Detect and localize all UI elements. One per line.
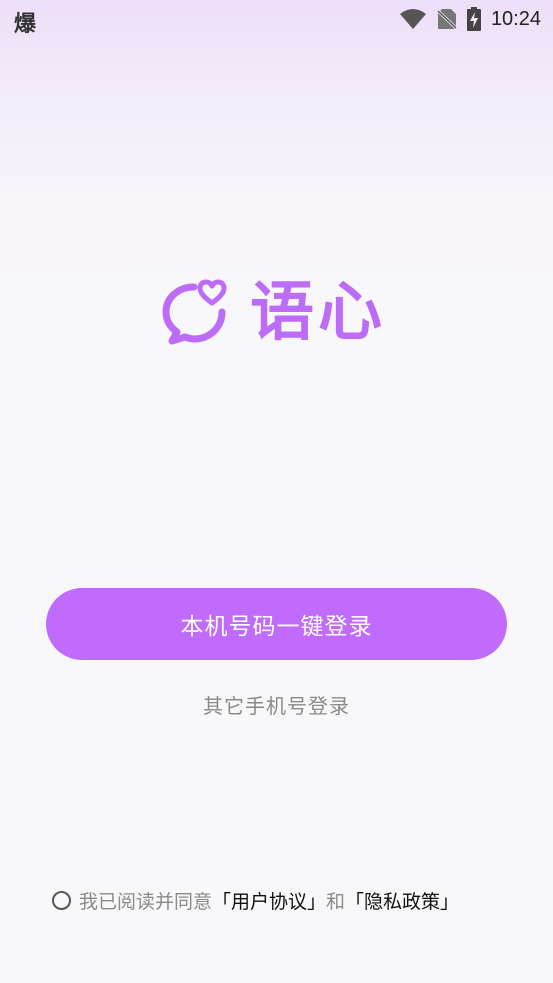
agreement-row: 我已阅读并同意 「用户协议」 和 「隐私政策」 [52,887,459,914]
app-logo: 语心 [160,273,400,353]
status-bar: 爆 10:24 [0,0,553,40]
other-phone-login-link[interactable]: 其它手机号登录 [0,690,553,719]
status-time: 10:24 [490,7,541,30]
agreement-checkbox[interactable] [52,891,71,910]
privacy-policy-link[interactable]: 「隐私政策」 [345,887,459,914]
wifi-icon [399,8,427,30]
chat-heart-icon [160,279,228,347]
no-sim-icon [436,8,457,30]
app-name: 语心 [250,276,386,350]
status-notification-glyph: 爆 [14,12,37,37]
status-icons: 10:24 [389,6,541,32]
user-agreement-link[interactable]: 「用户协议」 [212,887,326,914]
battery-charging-icon [466,7,481,31]
agreement-prefix: 我已阅读并同意 [79,891,213,913]
agreement-conjunction: 和 [326,891,346,913]
one-click-login-button[interactable]: 本机号码一键登录 [46,588,507,660]
